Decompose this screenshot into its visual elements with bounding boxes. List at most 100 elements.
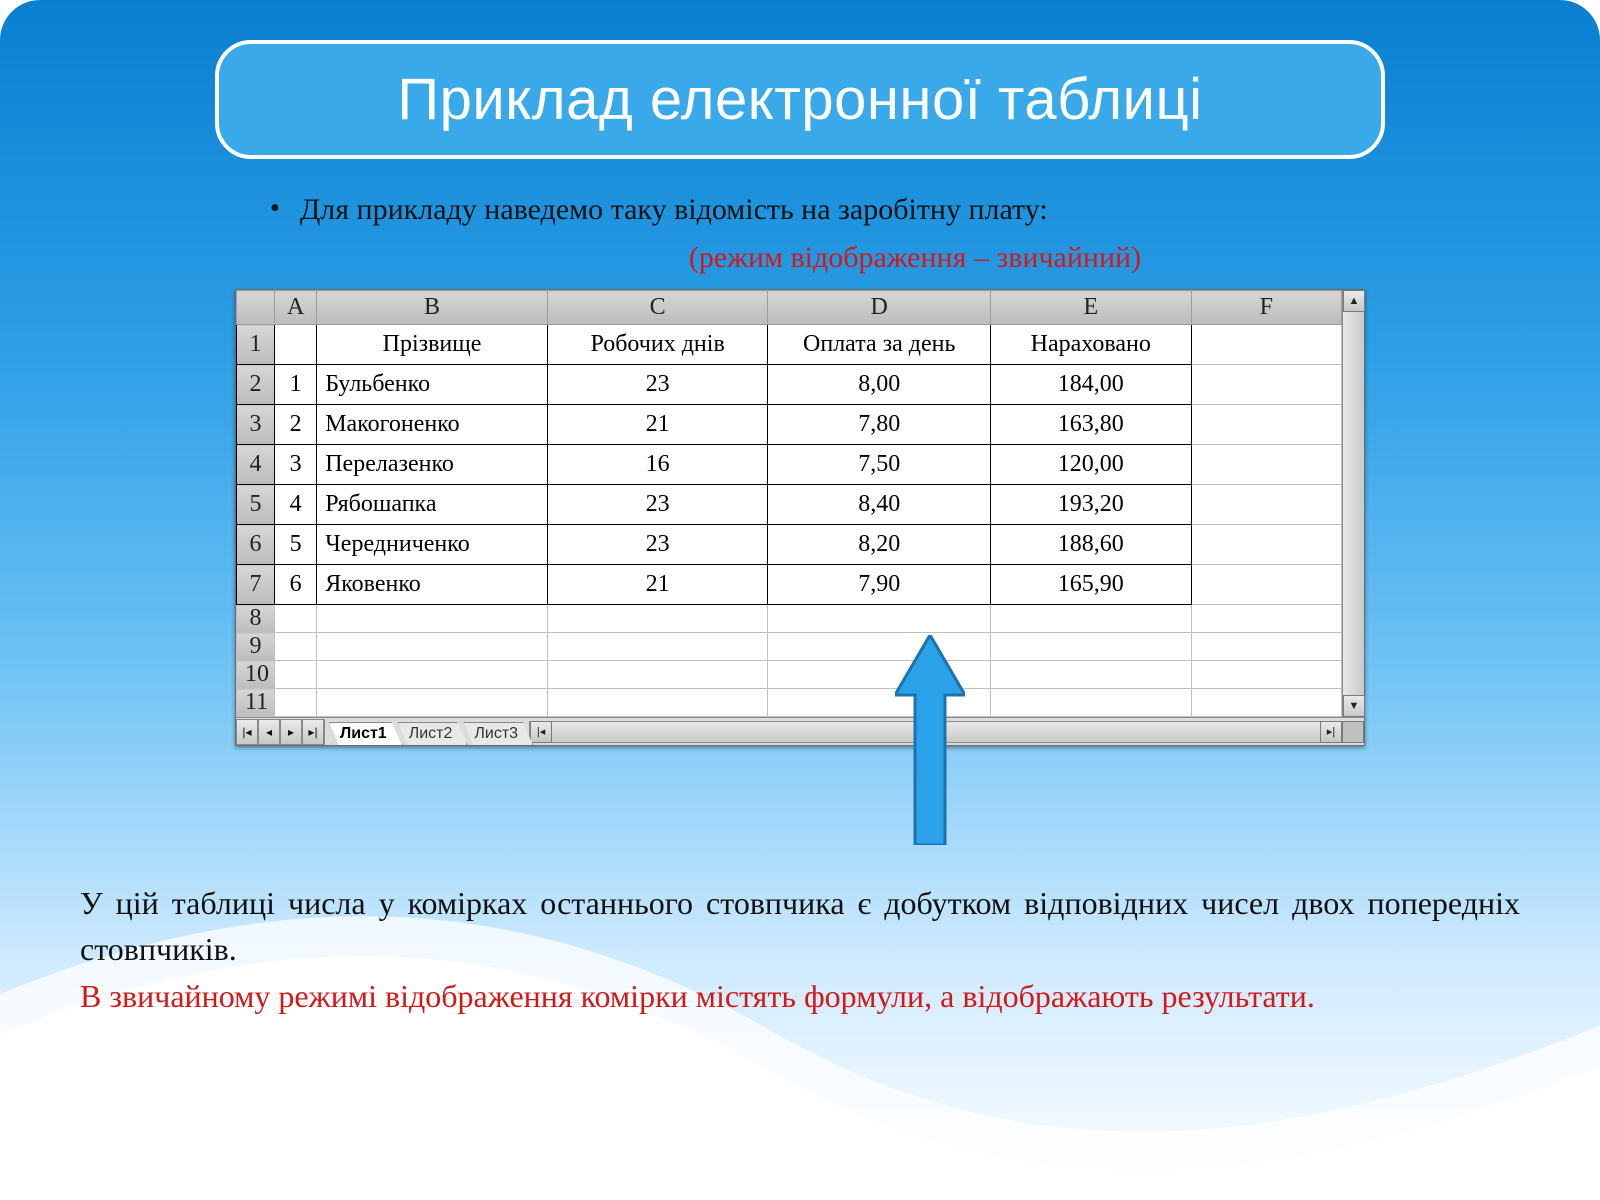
cell[interactable]: 21: [547, 565, 768, 605]
cell[interactable]: 2: [275, 405, 317, 445]
cell[interactable]: 188,60: [991, 525, 1192, 565]
col-B[interactable]: B: [317, 291, 548, 325]
row-head[interactable]: 11: [237, 689, 275, 717]
cell[interactable]: [991, 661, 1192, 689]
col-E[interactable]: E: [991, 291, 1192, 325]
cell[interactable]: Оплата за день: [768, 325, 991, 365]
cell[interactable]: Макогоненко: [317, 405, 548, 445]
cell[interactable]: [275, 661, 317, 689]
cell[interactable]: 8,40: [768, 485, 991, 525]
cell[interactable]: 23: [547, 525, 768, 565]
cell[interactable]: [317, 605, 548, 633]
row-head[interactable]: 2: [237, 365, 275, 405]
scroll-up-icon[interactable]: ▲: [1343, 290, 1365, 312]
cell[interactable]: Прізвище: [317, 325, 548, 365]
cell[interactable]: [547, 689, 768, 717]
select-all-corner[interactable]: [237, 291, 275, 325]
cell[interactable]: 4: [275, 485, 317, 525]
cell[interactable]: [547, 633, 768, 661]
cell[interactable]: 8,00: [768, 365, 991, 405]
cell[interactable]: 23: [547, 365, 768, 405]
cell[interactable]: 184,00: [991, 365, 1192, 405]
row-head[interactable]: 9: [237, 633, 275, 661]
cell[interactable]: [317, 661, 548, 689]
cell[interactable]: [1191, 689, 1341, 717]
cell[interactable]: [1191, 565, 1341, 605]
bottom-text: У цій таблиці числа у комірках останньог…: [80, 880, 1520, 1019]
cell[interactable]: 193,20: [991, 485, 1192, 525]
cell[interactable]: Яковенко: [317, 565, 548, 605]
nav-prev-icon[interactable]: ◂: [258, 719, 280, 745]
col-A[interactable]: A: [275, 291, 317, 325]
cell[interactable]: [1191, 405, 1341, 445]
cell[interactable]: 163,80: [991, 405, 1192, 445]
cell[interactable]: Бульбенко: [317, 365, 548, 405]
cell[interactable]: 7,80: [768, 405, 991, 445]
cell[interactable]: Робочих днів: [547, 325, 768, 365]
cell[interactable]: 7,90: [768, 565, 991, 605]
tab-sheet1[interactable]: Лист1: [329, 722, 402, 745]
row-head[interactable]: 8: [237, 605, 275, 633]
nav-next-icon[interactable]: ▸: [280, 719, 302, 745]
cell[interactable]: [547, 605, 768, 633]
scroll-down-icon[interactable]: ▼: [1343, 695, 1365, 717]
cell[interactable]: 165,90: [991, 565, 1192, 605]
cell[interactable]: [275, 325, 317, 365]
table-row: 3 2 Макогоненко 21 7,80 163,80: [237, 405, 1342, 445]
cell[interactable]: [1191, 605, 1341, 633]
row-head[interactable]: 10: [237, 661, 275, 689]
nav-last-icon[interactable]: ▸|: [302, 719, 324, 745]
cell[interactable]: [275, 633, 317, 661]
table-row: 7 6 Яковенко 21 7,90 165,90: [237, 565, 1342, 605]
cell[interactable]: [317, 633, 548, 661]
table-row: 11: [237, 689, 1342, 717]
cell[interactable]: 1: [275, 365, 317, 405]
cell[interactable]: Чередниченко: [317, 525, 548, 565]
row-head[interactable]: 4: [237, 445, 275, 485]
cell[interactable]: [1191, 445, 1341, 485]
cell[interactable]: 7,50: [768, 445, 991, 485]
cell[interactable]: 5: [275, 525, 317, 565]
cell[interactable]: [317, 689, 548, 717]
scroll-right-icon[interactable]: ▸|: [1320, 721, 1342, 743]
cell[interactable]: 21: [547, 405, 768, 445]
cell[interactable]: 23: [547, 485, 768, 525]
cell[interactable]: [275, 689, 317, 717]
row-head[interactable]: 7: [237, 565, 275, 605]
cell[interactable]: 120,00: [991, 445, 1192, 485]
cell[interactable]: 6: [275, 565, 317, 605]
cell[interactable]: 16: [547, 445, 768, 485]
row-head[interactable]: 5: [237, 485, 275, 525]
row-head[interactable]: 6: [237, 525, 275, 565]
table-row: 5 4 Рябошапка 23 8,40 193,20: [237, 485, 1342, 525]
cell[interactable]: [275, 605, 317, 633]
cell[interactable]: Перелазенко: [317, 445, 548, 485]
cell[interactable]: 8,20: [768, 525, 991, 565]
tab-sheet2[interactable]: Лист2: [398, 722, 468, 745]
cell[interactable]: [1191, 633, 1341, 661]
cell[interactable]: [547, 661, 768, 689]
cell[interactable]: [1191, 661, 1341, 689]
cell[interactable]: [768, 605, 991, 633]
cell[interactable]: 3: [275, 445, 317, 485]
cell[interactable]: Рябошапка: [317, 485, 548, 525]
row-head[interactable]: 1: [237, 325, 275, 365]
table-row: 8: [237, 605, 1342, 633]
cell[interactable]: [991, 633, 1192, 661]
cell[interactable]: [1191, 365, 1341, 405]
nav-first-icon[interactable]: |◂: [236, 719, 258, 745]
cell[interactable]: [1191, 485, 1341, 525]
col-C[interactable]: C: [547, 291, 768, 325]
tab-sheet3[interactable]: Лист3: [463, 722, 533, 745]
bottom-paragraph-2: В звичайному режимі відображення комірки…: [80, 973, 1520, 1019]
vertical-scrollbar[interactable]: ▲ ▼: [1342, 290, 1364, 717]
cell[interactable]: [1191, 525, 1341, 565]
cell[interactable]: [1191, 325, 1341, 365]
col-F[interactable]: F: [1191, 291, 1341, 325]
scroll-left-icon[interactable]: |◂: [530, 721, 552, 743]
col-D[interactable]: D: [768, 291, 991, 325]
cell[interactable]: [991, 689, 1192, 717]
row-head[interactable]: 3: [237, 405, 275, 445]
cell[interactable]: Нараховано: [991, 325, 1192, 365]
cell[interactable]: [991, 605, 1192, 633]
